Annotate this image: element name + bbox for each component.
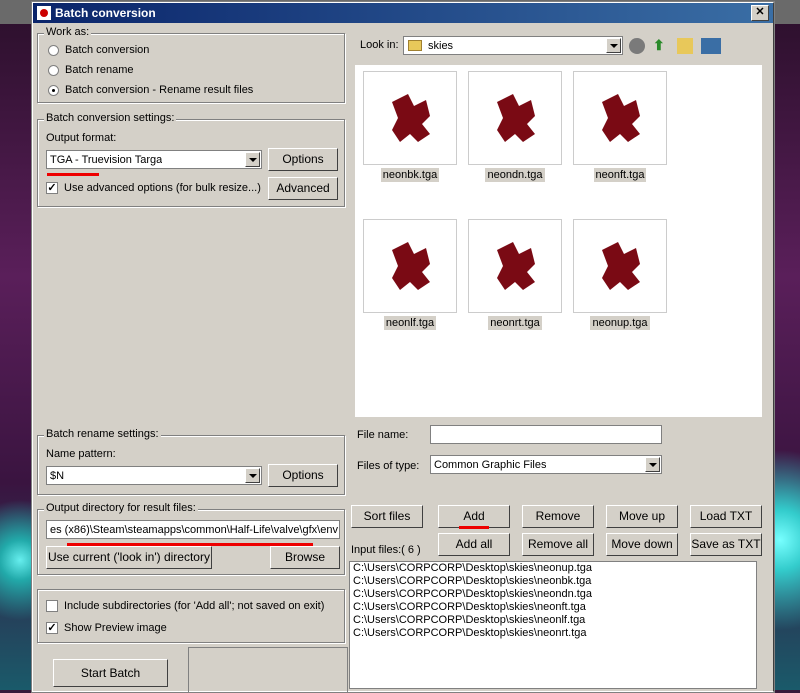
back-icon[interactable] xyxy=(629,38,645,54)
use-current-directory-button[interactable]: Use current ('look in') directory xyxy=(46,546,212,569)
advanced-options-checkbox[interactable]: ✓ Use advanced options (for bulk resize..… xyxy=(46,182,261,194)
folder-icon xyxy=(408,40,422,51)
browse-button[interactable]: Browse xyxy=(270,546,340,569)
name-pattern-label: Name pattern: xyxy=(46,448,116,460)
file-thumbnail-view: neonbk.tga neondn.tga neonft.tga neonlf.… xyxy=(355,65,762,417)
name-pattern-select[interactable]: $N xyxy=(46,466,262,485)
file-name-input[interactable] xyxy=(430,425,662,444)
output-format-select[interactable]: TGA - Truevision Targa xyxy=(46,150,262,169)
format-options-button[interactable]: Options xyxy=(268,148,338,171)
file-thumbnail[interactable]: neonft.tga xyxy=(573,71,667,182)
look-in-label: Look in: xyxy=(360,39,399,51)
preview-image-box xyxy=(188,647,348,693)
annotation-underline xyxy=(47,173,99,176)
close-button[interactable]: ✕ xyxy=(751,5,769,21)
sort-files-button[interactable]: Sort files xyxy=(351,505,423,528)
work-as-label: Work as: xyxy=(44,26,92,38)
output-directory-field[interactable]: es (x86)\Steam\steamapps\common\Half-Lif… xyxy=(46,520,340,539)
radio-batch-rename[interactable]: Batch rename xyxy=(48,64,133,76)
output-directory-group: Output directory for result files: es (x… xyxy=(37,502,345,575)
batch-conversion-dialog: Batch conversion ✕ Work as: Batch conver… xyxy=(32,2,774,693)
save-as-txt-button[interactable]: Save as TXT xyxy=(690,533,762,556)
annotation-underline xyxy=(67,543,313,546)
output-format-label: Output format: xyxy=(46,132,117,144)
chevron-down-icon xyxy=(245,152,260,167)
new-folder-icon[interactable] xyxy=(677,38,693,54)
app-icon xyxy=(37,6,51,20)
work-as-group: Work as: Batch conversion Batch rename B… xyxy=(37,26,345,103)
add-button[interactable]: Add xyxy=(438,505,510,528)
output-directory-label: Output directory for result files: xyxy=(44,502,198,514)
file-name-label: File name: xyxy=(357,429,409,441)
remove-all-button[interactable]: Remove all xyxy=(522,533,594,556)
list-item[interactable]: C:\Users\CORPCORP\Desktop\skies\neonlf.t… xyxy=(350,614,756,627)
file-thumbnail[interactable]: neondn.tga xyxy=(468,71,562,182)
remove-button[interactable]: Remove xyxy=(522,505,594,528)
extras-group: Include subdirectories (for 'Add all'; n… xyxy=(37,589,345,643)
conversion-settings-group: Batch conversion settings: Output format… xyxy=(37,112,345,207)
chevron-down-icon xyxy=(245,468,260,483)
advanced-button[interactable]: Advanced xyxy=(268,177,338,200)
file-thumbnail[interactable]: neonlf.tga xyxy=(363,219,457,330)
move-up-button[interactable]: Move up xyxy=(606,505,678,528)
chevron-down-icon xyxy=(606,38,621,53)
chevron-down-icon xyxy=(645,457,660,472)
files-of-type-label: Files of type: xyxy=(357,460,420,472)
list-item[interactable]: C:\Users\CORPCORP\Desktop\skies\neonft.t… xyxy=(350,601,756,614)
include-subdirectories-checkbox[interactable]: Include subdirectories (for 'Add all'; n… xyxy=(46,600,324,612)
list-item[interactable]: C:\Users\CORPCORP\Desktop\skies\neonbk.t… xyxy=(350,575,756,588)
title-bar: Batch conversion ✕ xyxy=(33,3,773,23)
radio-conversion-rename[interactable]: Batch conversion - Rename result files xyxy=(48,84,253,96)
conversion-settings-label: Batch conversion settings: xyxy=(44,112,177,124)
rename-settings-label: Batch rename settings: xyxy=(44,428,161,440)
rename-options-button[interactable]: Options xyxy=(268,464,338,487)
look-in-select[interactable]: skies xyxy=(403,36,623,55)
list-item[interactable]: C:\Users\CORPCORP\Desktop\skies\neondn.t… xyxy=(350,588,756,601)
up-folder-icon[interactable]: ⬆ xyxy=(653,37,669,53)
move-down-button[interactable]: Move down xyxy=(606,533,678,556)
show-preview-checkbox[interactable]: ✓ Show Preview image xyxy=(46,622,167,634)
file-thumbnail[interactable]: neonrt.tga xyxy=(468,219,562,330)
radio-batch-conversion[interactable]: Batch conversion xyxy=(48,44,149,56)
file-thumbnail[interactable]: neonup.tga xyxy=(573,219,667,330)
list-item[interactable]: C:\Users\CORPCORP\Desktop\skies\neonrt.t… xyxy=(350,627,756,640)
annotation-underline xyxy=(459,526,489,529)
list-item[interactable]: C:\Users\CORPCORP\Desktop\skies\neonup.t… xyxy=(350,562,756,575)
view-menu-icon[interactable] xyxy=(701,38,721,54)
input-files-label: Input files:( 6 ) xyxy=(351,544,421,556)
input-files-list[interactable]: C:\Users\CORPCORP\Desktop\skies\neonup.t… xyxy=(349,561,757,689)
start-batch-button[interactable]: Start Batch xyxy=(53,659,168,687)
files-of-type-select[interactable]: Common Graphic Files xyxy=(430,455,662,474)
add-all-button[interactable]: Add all xyxy=(438,533,510,556)
rename-settings-group: Batch rename settings: Name pattern: $N … xyxy=(37,428,345,495)
file-thumbnail[interactable]: neonbk.tga xyxy=(363,71,457,182)
load-txt-button[interactable]: Load TXT xyxy=(690,505,762,528)
window-title: Batch conversion xyxy=(55,6,156,20)
